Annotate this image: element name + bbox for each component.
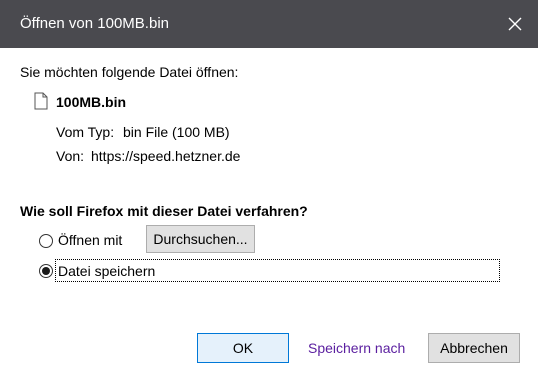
ok-button[interactable]: OK (197, 333, 289, 363)
browse-button[interactable]: Durchsuchen... (146, 225, 255, 253)
file-type-label: Vom Typ: (56, 124, 115, 140)
save-as-link[interactable]: Speichern nach (308, 340, 405, 356)
save-file-radio[interactable] (39, 264, 53, 278)
save-file-label[interactable]: Datei speichern (58, 263, 155, 279)
file-source-label: Von: (56, 148, 85, 164)
download-dialog: Öffnen von 100MB.bin Sie möchten folgend… (0, 0, 538, 379)
titlebar: Öffnen von 100MB.bin (0, 0, 538, 48)
window-title: Öffnen von 100MB.bin (20, 15, 169, 32)
close-icon (508, 17, 522, 31)
file-source-value: https://speed.hetzner.de (91, 148, 241, 164)
open-with-radio[interactable] (39, 234, 53, 248)
cancel-button[interactable]: Abbrechen (428, 333, 520, 363)
action-question: Wie soll Firefox mit dieser Datei verfah… (20, 203, 308, 219)
file-type-value: bin File (100 MB) (123, 124, 230, 140)
file-icon (34, 92, 48, 110)
close-button[interactable] (500, 9, 530, 39)
prompt-text: Sie möchten folgende Datei öffnen: (20, 64, 239, 80)
open-with-label[interactable]: Öffnen mit (58, 232, 122, 248)
file-name: 100MB.bin (56, 94, 127, 110)
